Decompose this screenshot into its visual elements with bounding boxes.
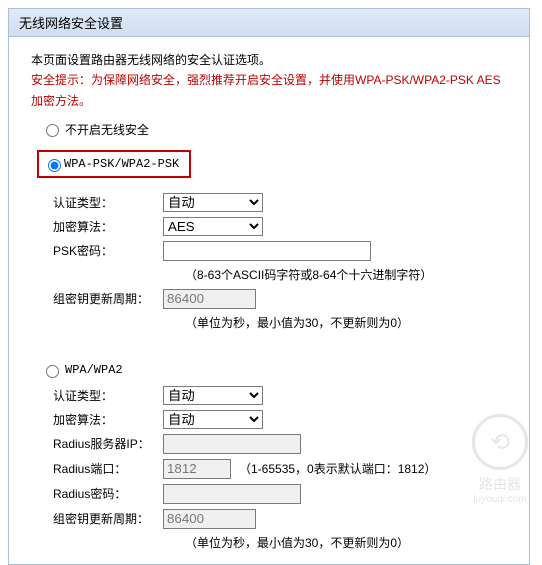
option-wpa[interactable]: WPA/WPA2 bbox=[41, 362, 511, 378]
psk-auth-select[interactable]: 自动 bbox=[163, 193, 263, 212]
psk-enc-label: 加密算法： bbox=[53, 218, 163, 235]
psk-rekey-label: 组密钥更新周期： bbox=[53, 290, 163, 307]
wpa-rekey-input[interactable] bbox=[163, 509, 256, 529]
settings-panel: 无线网络安全设置 本页面设置路由器无线网络的安全认证选项。 安全提示：为保障网络… bbox=[8, 8, 530, 565]
radius-pw-label: Radius密码： bbox=[53, 485, 163, 502]
psk-rekey-note: （单位为秒，最小值为30，不更新则为0） bbox=[185, 314, 511, 332]
radio-wpa[interactable] bbox=[46, 365, 59, 378]
psk-rekey-input[interactable] bbox=[163, 289, 256, 309]
psk-section: 认证类型： 自动 加密算法： AES PSK密码： （8-63个ASCII码字符… bbox=[53, 193, 511, 332]
option-wpa-psk-highlight: WPA-PSK/WPA2-PSK bbox=[37, 150, 191, 178]
wpa-enc-label: 加密算法： bbox=[53, 411, 163, 428]
radius-port-note: （1-65535，0表示默认端口：1812） bbox=[239, 460, 436, 477]
radius-pw-input[interactable] bbox=[163, 484, 301, 504]
radio-wpa-label: WPA/WPA2 bbox=[65, 363, 123, 377]
intro-text: 本页面设置路由器无线网络的安全认证选项。 bbox=[31, 51, 511, 70]
wpa-rekey-note: （单位为秒，最小值为30，不更新则为0） bbox=[185, 534, 511, 552]
intro-block: 本页面设置路由器无线网络的安全认证选项。 安全提示：为保障网络安全，强烈推荐开启… bbox=[31, 51, 511, 111]
psk-password-input[interactable] bbox=[163, 241, 371, 261]
psk-password-label: PSK密码： bbox=[53, 242, 163, 259]
psk-password-note: （8-63个ASCII码字符或8-64个十六进制字符） bbox=[185, 266, 511, 284]
wpa-rekey-label: 组密钥更新周期： bbox=[53, 510, 163, 527]
radio-wpa-psk[interactable] bbox=[48, 159, 61, 172]
security-tip: 安全提示：为保障网络安全，强烈推荐开启安全设置，并使用WPA-PSK/WPA2-… bbox=[31, 70, 511, 111]
wpa-enc-select[interactable]: 自动 bbox=[163, 410, 263, 429]
option-no-security[interactable]: 不开启无线安全 bbox=[41, 121, 511, 138]
radio-no-security[interactable] bbox=[46, 124, 59, 137]
panel-content: 本页面设置路由器无线网络的安全认证选项。 安全提示：为保障网络安全，强烈推荐开启… bbox=[9, 37, 529, 564]
wpa-auth-select[interactable]: 自动 bbox=[163, 386, 263, 405]
panel-title: 无线网络安全设置 bbox=[9, 9, 529, 37]
wpa-auth-label: 认证类型： bbox=[53, 387, 163, 404]
radius-ip-label: Radius服务器IP： bbox=[53, 435, 163, 452]
radio-no-security-label: 不开启无线安全 bbox=[65, 121, 149, 138]
radius-ip-input[interactable] bbox=[163, 434, 301, 454]
psk-enc-select[interactable]: AES bbox=[163, 217, 263, 236]
radius-port-label: Radius端口： bbox=[53, 460, 163, 477]
psk-auth-label: 认证类型： bbox=[53, 194, 163, 211]
radius-port-input[interactable] bbox=[163, 459, 231, 479]
radio-wpa-psk-label: WPA-PSK/WPA2-PSK bbox=[64, 157, 179, 171]
wpa-section: 认证类型： 自动 加密算法： 自动 Radius服务器IP： Radius端口：… bbox=[53, 386, 511, 552]
